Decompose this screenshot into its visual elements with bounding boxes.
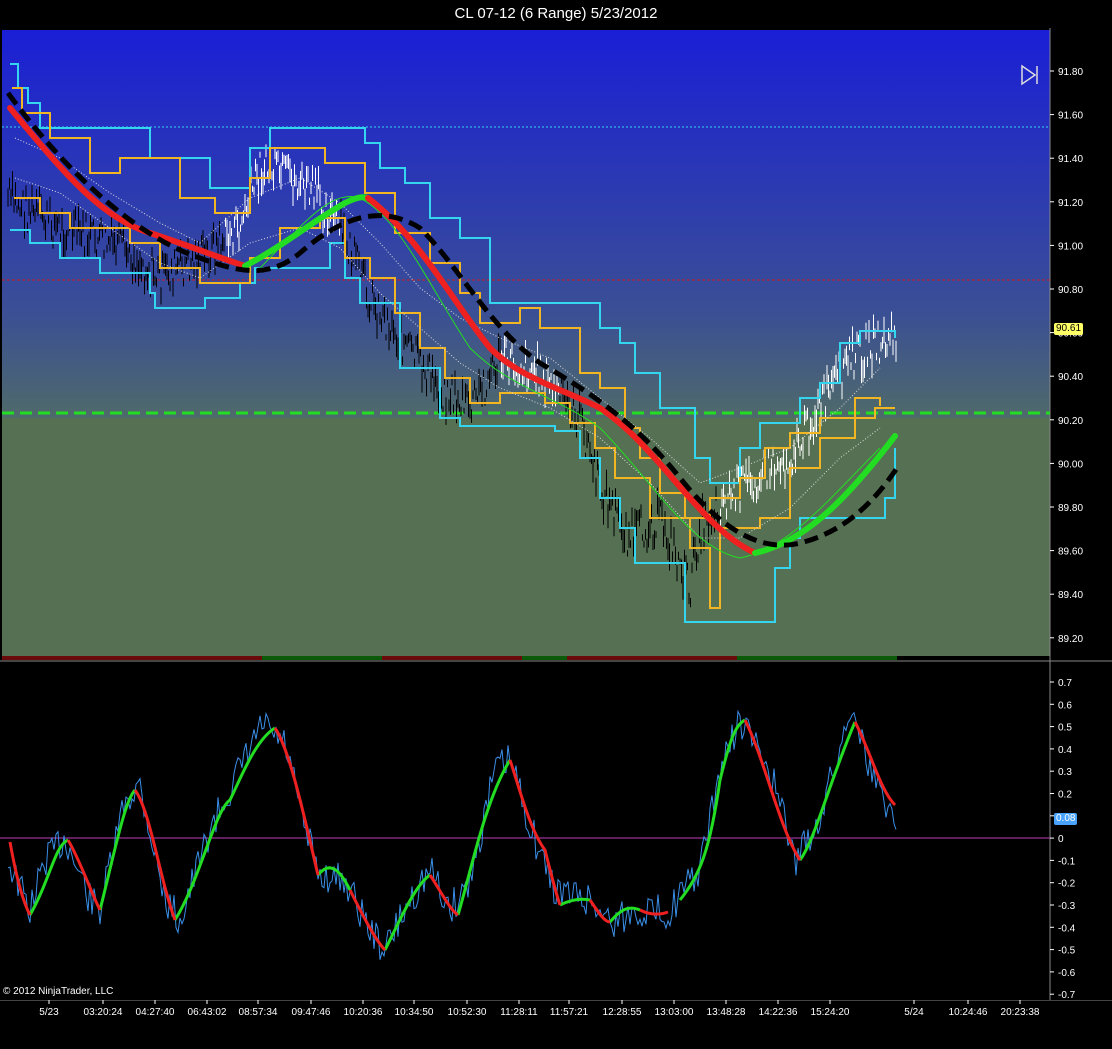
osc-tick-label: 0.6 xyxy=(1058,700,1072,711)
osc-tick-label: -0.2 xyxy=(1058,879,1076,890)
osc-tick-label: 0.5 xyxy=(1058,723,1072,734)
osc-tick-label: -0.6 xyxy=(1058,968,1076,979)
time-tick-label: 10:20:36 xyxy=(344,1007,383,1018)
time-tick-label: 14:22:36 xyxy=(759,1007,798,1018)
time-axis: 5/23 03:20:24 04:27:40 06:43:02 08:57:34 09:4… xyxy=(0,999,1112,1044)
oscillator-panel[interactable]: 0.70.60.50.40.30.20.10-0.1-0.2-0.3-0.4-0… xyxy=(0,660,1112,1001)
price-tick-label: 91.40 xyxy=(1058,154,1083,165)
chart-title: CL 07-12 (6 Range) 5/23/2012 xyxy=(0,0,1112,28)
time-tick-label: 11:57:21 xyxy=(550,1007,589,1018)
last-oscillator-tag: 0.08 xyxy=(1054,813,1078,825)
price-tick-label: 90.40 xyxy=(1058,372,1083,383)
last-price-tag: 90.61 xyxy=(1054,323,1084,335)
price-tick-label: 91.00 xyxy=(1058,241,1083,252)
osc-tick-label: -0.3 xyxy=(1058,901,1076,912)
osc-tick-label: -0.1 xyxy=(1058,856,1076,867)
time-tick-label: 5/23 xyxy=(39,1007,59,1018)
price-panel[interactable]: 91.8091.6091.4091.2091.0090.8090.6090.40… xyxy=(0,28,1112,660)
osc-tick-label: -0.7 xyxy=(1058,990,1076,1000)
time-tick-label: 20:23:38 xyxy=(1001,1007,1040,1018)
osc-tick-label: -0.4 xyxy=(1058,923,1076,934)
time-tick-label: 08:57:34 xyxy=(239,1007,278,1018)
time-tick-label: 13:03:00 xyxy=(655,1007,694,1018)
price-tick-label: 91.60 xyxy=(1058,111,1083,122)
time-tick-label: 10:34:50 xyxy=(395,1007,434,1018)
time-tick-label: 11:28:11 xyxy=(500,1007,538,1018)
osc-plot-background xyxy=(0,660,1050,1000)
price-tick-label: 89.40 xyxy=(1058,590,1083,601)
price-tick-label: 91.80 xyxy=(1058,67,1083,78)
time-tick-label: 10:52:30 xyxy=(448,1007,487,1018)
oscillator-axis: 0.70.60.50.40.30.20.10-0.1-0.2-0.3-0.4-0… xyxy=(1050,678,1076,1001)
osc-tick-label: 0.2 xyxy=(1058,790,1072,801)
osc-tick-label: 0.7 xyxy=(1058,678,1072,689)
time-tick-label: 5/24 xyxy=(904,1007,924,1018)
time-tick-label: 15:24:20 xyxy=(811,1007,850,1018)
osc-tick-label: 0.4 xyxy=(1058,745,1072,756)
time-tick-label: 09:47:46 xyxy=(292,1007,331,1018)
price-tick-label: 91.20 xyxy=(1058,198,1083,209)
osc-tick-label: -0.5 xyxy=(1058,946,1076,957)
osc-tick-label: 0 xyxy=(1058,834,1064,845)
skip-to-end-button[interactable] xyxy=(1019,64,1041,86)
copyright-notice: © 2012 NinjaTrader, LLC xyxy=(3,986,114,997)
price-tick-label: 89.80 xyxy=(1058,503,1083,514)
time-tick-label: 12:28:55 xyxy=(603,1007,642,1018)
time-tick-label: 13:48:28 xyxy=(707,1007,746,1018)
price-tick-label: 89.60 xyxy=(1058,547,1083,558)
price-tick-label: 90.80 xyxy=(1058,285,1083,296)
price-axis-background xyxy=(1050,28,1112,660)
time-tick-label: 10:24:46 xyxy=(949,1007,988,1018)
price-tick-label: 89.20 xyxy=(1058,634,1083,645)
price-tick-label: 90.20 xyxy=(1058,416,1083,427)
skip-to-end-icon xyxy=(1021,64,1038,86)
time-tick-label: 06:43:02 xyxy=(188,1007,227,1018)
osc-tick-label: 0.3 xyxy=(1058,767,1072,778)
time-tick-label: 04:27:40 xyxy=(136,1007,175,1018)
price-tick-label: 90.00 xyxy=(1058,459,1083,470)
time-tick-label: 03:20:24 xyxy=(84,1007,123,1018)
